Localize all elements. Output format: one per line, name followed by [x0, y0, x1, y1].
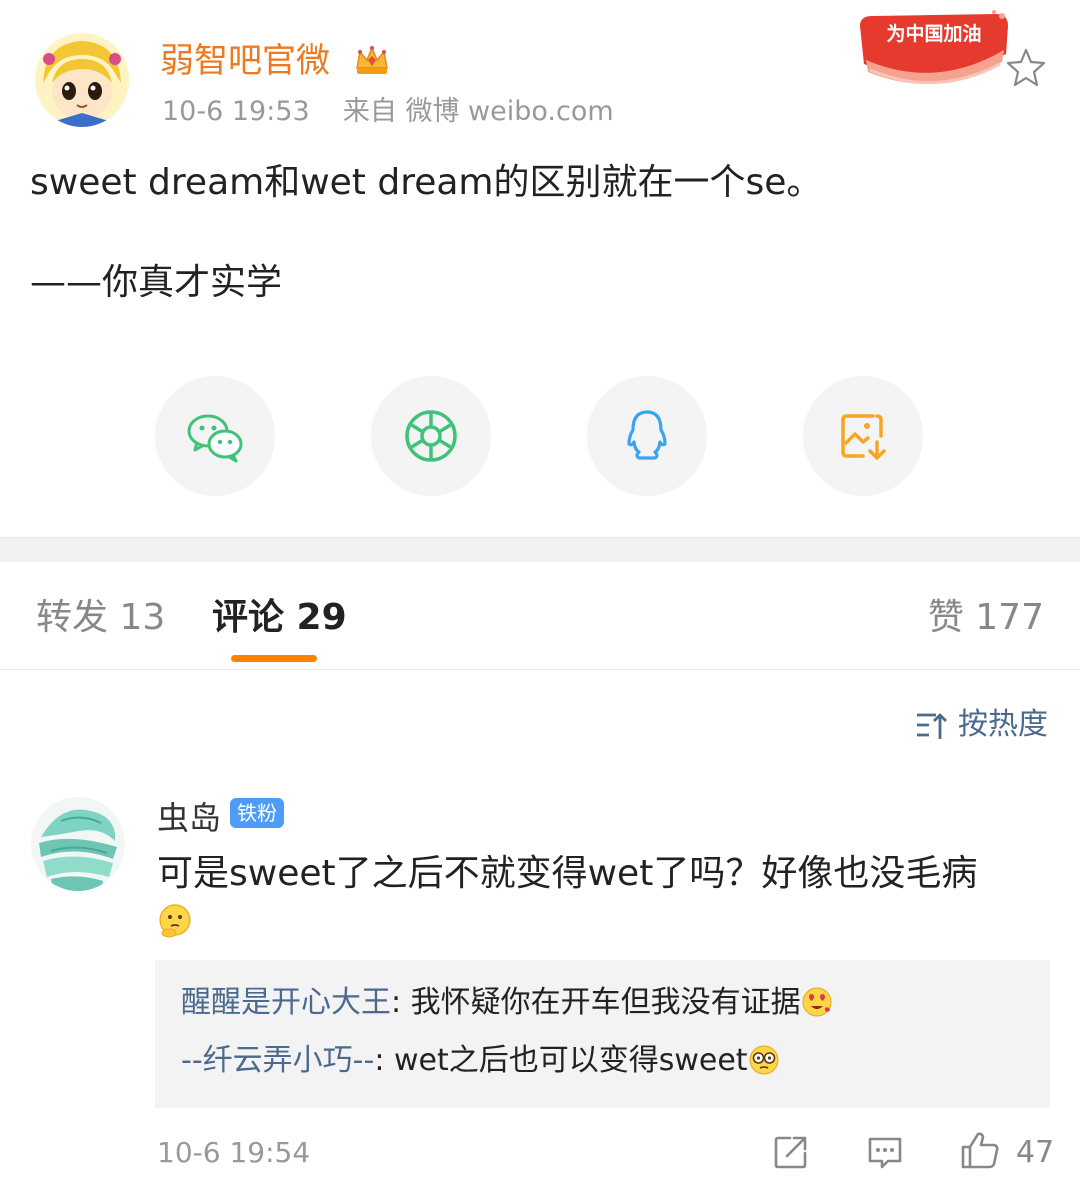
post-source-prefix: 来自: [342, 96, 397, 127]
author-name[interactable]: 弱智吧官微: [160, 38, 330, 84]
reply-text: : wet之后也可以变得sweet: [374, 1043, 748, 1078]
save-image-icon: [841, 414, 886, 460]
commenter-avatar[interactable]: [31, 797, 125, 891]
qq-icon: [627, 410, 667, 460]
comment-timestamp: 10-6 19:54: [157, 1136, 311, 1169]
tab-divider: [0, 669, 1080, 670]
reply-text: : 我怀疑你在开车但我没有证据: [391, 985, 801, 1020]
reply-comment-icon[interactable]: [866, 1133, 904, 1171]
share-qq-button[interactable]: [587, 376, 707, 496]
favorite-star-icon[interactable]: [1004, 46, 1048, 90]
reply-preview-box[interactable]: 醒醒是开心大王: 我怀疑你在开车但我没有证据 --纤云弄小巧--: wet之后也…: [155, 960, 1050, 1108]
post-meta: 10-6 19:53 来自 微博 weibo.com: [162, 94, 614, 130]
tab-like[interactable]: 赞 177: [928, 594, 1044, 642]
sort-label: 按热度: [958, 707, 1048, 742]
fan-badge: 铁粉: [230, 798, 284, 828]
share-wechat-button[interactable]: [155, 376, 275, 496]
tab-repost[interactable]: 转发 13: [36, 594, 165, 642]
active-tab-indicator: [231, 655, 317, 662]
reply-author[interactable]: 醒醒是开心大王: [181, 985, 391, 1020]
author-avatar[interactable]: [35, 33, 129, 127]
thinking-emoji-icon: [157, 903, 193, 939]
sort-by-hot-button[interactable]: 按热度: [914, 704, 1048, 746]
heart-eyes-emoji-icon: [802, 987, 832, 1017]
reply-item[interactable]: --纤云弄小巧--: wet之后也可以变得sweet: [181, 1039, 780, 1083]
sort-icon: [917, 713, 947, 739]
moments-icon: [405, 410, 457, 462]
like-thumb-icon[interactable]: [960, 1130, 1000, 1170]
commenter-name[interactable]: 虫岛: [157, 796, 221, 840]
post-timestamp: 10-6 19:53: [162, 96, 310, 127]
vip-crown-icon: [352, 40, 392, 80]
post-text-signature: ——你真才实学: [30, 262, 283, 303]
save-image-button[interactable]: [803, 376, 923, 496]
share-moments-button[interactable]: [371, 376, 491, 496]
tab-comment[interactable]: 评论 29: [212, 594, 347, 642]
post-source[interactable]: 微博 weibo.com: [405, 96, 613, 127]
comment-text: 可是sweet了之后不就变得wet了吗？好像也没毛病: [157, 853, 978, 894]
promo-badge[interactable]: 为中国加油: [856, 8, 1016, 88]
nerd-glasses-emoji-icon: [749, 1045, 779, 1075]
promo-text: 为中国加油: [886, 22, 981, 45]
section-separator: [0, 537, 1080, 562]
reply-item[interactable]: 醒醒是开心大王: 我怀疑你在开车但我没有证据: [181, 981, 833, 1025]
wechat-icon: [187, 414, 243, 463]
reply-author[interactable]: --纤云弄小巧--: [181, 1043, 374, 1078]
post-text-line: sweet dream和wet dream的区别就在一个se。: [30, 162, 823, 203]
forward-comment-icon[interactable]: [772, 1133, 810, 1171]
like-count: 47: [1016, 1135, 1055, 1170]
